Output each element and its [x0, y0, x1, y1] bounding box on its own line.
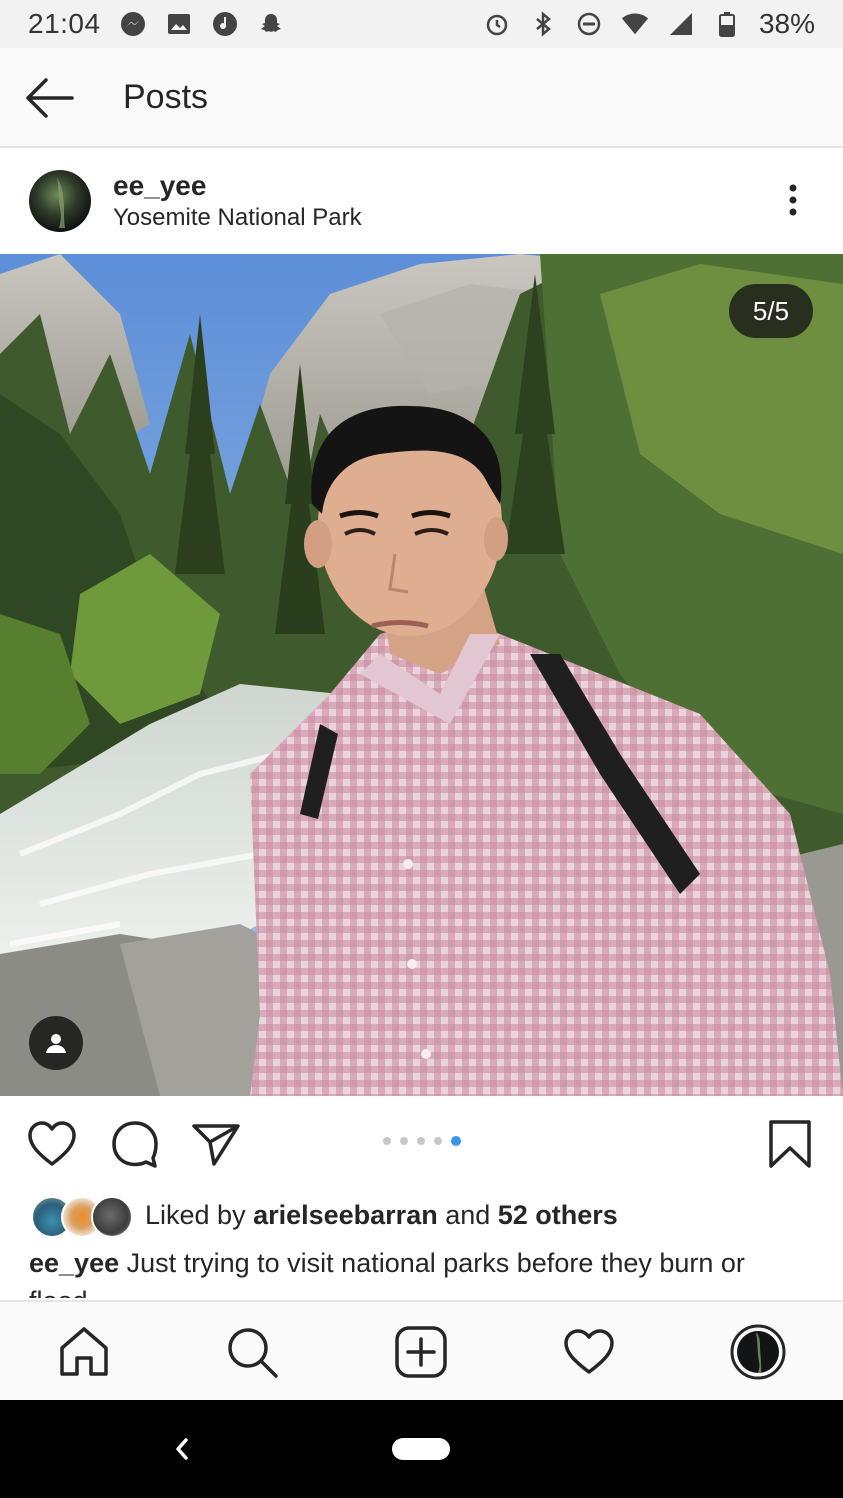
- profile-avatar-icon: [730, 1324, 786, 1380]
- system-home-button[interactable]: [392, 1438, 450, 1460]
- plus-square-icon: [395, 1326, 447, 1378]
- more-vertical-icon: [789, 184, 797, 216]
- wifi-icon: [621, 10, 649, 38]
- page-title: Posts: [123, 78, 209, 116]
- photo-image: [0, 254, 843, 1096]
- status-bar: 21:04 38%: [0, 0, 843, 48]
- search-icon: [228, 1328, 278, 1378]
- post-location[interactable]: Yosemite National Park: [113, 204, 362, 232]
- nav-home[interactable]: [56, 1324, 112, 1380]
- battery-icon: [713, 10, 741, 38]
- system-nav-bar: [0, 1400, 843, 1498]
- comment-icon: [112, 1121, 158, 1168]
- carousel-dot-active: [451, 1136, 461, 1146]
- do-not-disturb-icon: [575, 10, 603, 38]
- carousel-dot: [400, 1137, 408, 1145]
- messenger-icon: [119, 10, 147, 38]
- heart-icon: [28, 1121, 76, 1166]
- likes-summary[interactable]: Liked by arielseebarran and 52 others: [29, 1192, 829, 1238]
- post-actions: [0, 1096, 843, 1188]
- battery-percent: 38%: [758, 8, 815, 39]
- bluetooth-icon: [529, 10, 557, 38]
- alarm-icon: [483, 10, 511, 38]
- person-icon: [46, 1034, 66, 1053]
- post-photo[interactable]: 5/5: [0, 254, 843, 1096]
- nav-activity[interactable]: [561, 1324, 617, 1380]
- post-header: ee_yee Yosemite National Park: [0, 150, 843, 254]
- liker-username[interactable]: arielseebarran: [253, 1200, 438, 1230]
- carousel-counter: 5/5: [729, 284, 813, 338]
- bookmark-icon: [769, 1120, 811, 1168]
- bottom-nav: [0, 1300, 843, 1400]
- liker-avatar: [91, 1196, 133, 1238]
- liker-avatars: [29, 1194, 137, 1238]
- likes-text: Liked by arielseebarran and 52 others: [145, 1200, 618, 1231]
- save-button[interactable]: [764, 1118, 816, 1170]
- chevron-left-icon: [176, 1438, 188, 1460]
- nav-new-post[interactable]: [393, 1324, 449, 1380]
- more-options-button[interactable]: [778, 182, 808, 222]
- tagged-people-button[interactable]: [29, 1016, 83, 1070]
- caption-text: Just trying to visit national parks befo…: [29, 1248, 745, 1298]
- status-time: 21:04: [28, 8, 101, 39]
- comment-button[interactable]: [109, 1118, 161, 1170]
- home-icon: [60, 1327, 108, 1376]
- share-button[interactable]: [190, 1118, 242, 1170]
- heart-icon: [564, 1329, 614, 1374]
- carousel-dot: [383, 1137, 391, 1145]
- music-icon: [211, 10, 239, 38]
- like-button[interactable]: [26, 1118, 78, 1170]
- carousel-dot: [434, 1137, 442, 1145]
- signal-icon: [667, 10, 695, 38]
- arrow-left-icon: [26, 78, 74, 118]
- likes-prefix: Liked by: [145, 1199, 254, 1230]
- likes-others-count[interactable]: 52 others: [498, 1200, 618, 1230]
- carousel-dots: [383, 1136, 461, 1146]
- snapchat-icon: [257, 10, 285, 38]
- carousel-dot: [417, 1137, 425, 1145]
- nav-profile[interactable]: [730, 1324, 786, 1380]
- app-header: Posts: [0, 48, 843, 148]
- avatar[interactable]: [29, 170, 91, 232]
- paper-plane-icon: [192, 1124, 240, 1166]
- post-caption: ee_yee Just trying to visit national par…: [29, 1244, 809, 1298]
- gallery-icon: [165, 10, 193, 38]
- system-back-button[interactable]: [170, 1434, 194, 1464]
- caption-username[interactable]: ee_yee: [29, 1248, 119, 1278]
- nav-search[interactable]: [224, 1324, 280, 1380]
- likes-and: and: [437, 1199, 498, 1230]
- back-button[interactable]: [22, 76, 76, 120]
- post-username[interactable]: ee_yee: [113, 170, 206, 202]
